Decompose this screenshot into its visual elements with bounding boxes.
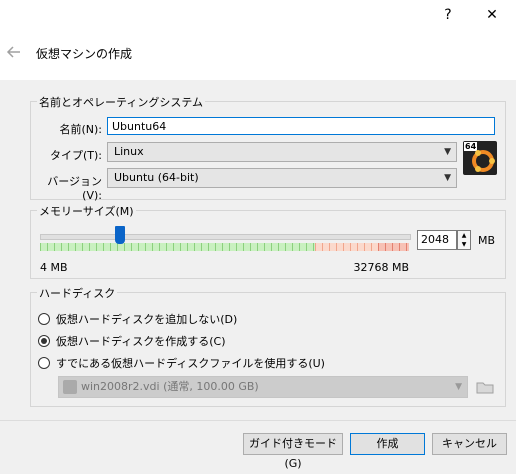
type-select-value: Linux — [114, 145, 144, 158]
name-os-legend: 名前とオペレーティングシステム — [37, 94, 206, 110]
hard-disk-legend: ハードディスク — [37, 285, 118, 301]
radio-create-disk-label: 仮想ハードディスクを作成する(C) — [56, 335, 226, 348]
close-button[interactable]: ✕ — [470, 0, 514, 30]
disk-icon — [63, 380, 77, 394]
memory-size-input[interactable]: 2048 — [417, 230, 457, 250]
radio-button[interactable] — [38, 313, 50, 325]
create-button[interactable]: 作成 — [350, 433, 425, 455]
radio-existing-disk-label: すでにある仮想ハードディスクファイルを使用する(U) — [56, 357, 325, 370]
radio-button[interactable] — [38, 357, 50, 369]
folder-browse-icon[interactable] — [475, 378, 495, 396]
memory-min-label: 4 MB — [40, 261, 68, 274]
memory-slider-thumb[interactable] — [115, 226, 125, 244]
type-select[interactable]: Linux ▼ — [107, 142, 457, 162]
chevron-down-icon: ▼ — [444, 173, 451, 183]
version-select[interactable]: Ubuntu (64-bit) ▼ — [107, 168, 457, 188]
type-label: タイプ(T): — [49, 149, 102, 162]
memory-slider-ticks — [40, 243, 409, 251]
help-button[interactable]: ? — [426, 0, 470, 30]
name-input[interactable]: Ubuntu64 — [107, 117, 495, 135]
name-label: 名前(N): — [59, 123, 102, 136]
chevron-down-icon: ▼ — [455, 382, 462, 392]
radio-no-disk-label: 仮想ハードディスクを追加しない(D) — [56, 313, 238, 326]
wizard-header: 仮想マシンの作成 — [0, 30, 516, 80]
radio-existing-disk[interactable]: すでにある仮想ハードディスクファイルを使用する(U) — [38, 355, 325, 371]
version-select-value: Ubuntu (64-bit) — [114, 171, 199, 184]
existing-disk-value: win2008r2.vdi (通常, 100.00 GB) — [81, 380, 259, 393]
chevron-up-icon[interactable]: ▲ — [458, 231, 470, 240]
guided-mode-button[interactable]: ガイド付きモード(G) — [243, 433, 343, 470]
ubuntu-os-icon: 64 — [463, 141, 497, 175]
memory-unit-label: MB — [478, 234, 496, 247]
memory-legend: メモリーサイズ(M) — [37, 203, 136, 219]
memory-slider-track[interactable] — [40, 234, 411, 240]
memory-spinner[interactable]: ▲ ▼ — [457, 230, 471, 250]
arrow-left-icon[interactable] — [6, 44, 26, 62]
radio-create-disk[interactable]: 仮想ハードディスクを作成する(C) — [38, 333, 226, 349]
chevron-down-icon: ▼ — [444, 147, 451, 157]
radio-no-disk[interactable]: 仮想ハードディスクを追加しない(D) — [38, 311, 237, 327]
existing-disk-select[interactable]: win2008r2.vdi (通常, 100.00 GB) ▼ — [58, 376, 468, 398]
wizard-title: 仮想マシンの作成 — [36, 47, 133, 61]
radio-button[interactable] — [38, 335, 50, 347]
title-bar: ? ✕ — [0, 0, 516, 30]
cancel-button[interactable]: キャンセル — [432, 433, 507, 455]
chevron-down-icon[interactable]: ▼ — [458, 240, 470, 249]
version-label: バージョン(V): — [47, 175, 102, 202]
memory-max-label: 32768 MB — [353, 261, 409, 274]
